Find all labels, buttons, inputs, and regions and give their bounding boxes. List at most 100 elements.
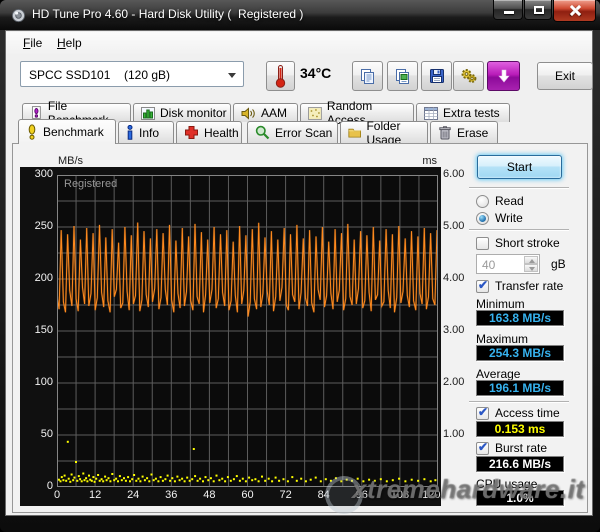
axis-tick-label: 48 bbox=[203, 489, 215, 501]
gears-icon bbox=[460, 68, 478, 84]
exit-button[interactable]: Exit bbox=[537, 62, 593, 90]
app-window: HD Tune Pro 4.60 - Hard Disk Utility ( R… bbox=[0, 0, 600, 532]
thermometer-icon bbox=[274, 64, 287, 88]
tab-benchmark[interactable]: Benchmark bbox=[18, 119, 116, 144]
axis-tick-label: 6.00 bbox=[443, 168, 464, 180]
transfer-rate-checkbox[interactable] bbox=[476, 280, 489, 293]
burst-rate-value: 216.6 MB/s bbox=[476, 456, 564, 472]
capture-button[interactable] bbox=[487, 61, 520, 91]
axis-tick-label: 1.00 bbox=[443, 428, 464, 440]
cpu-usage-value: 1.0% bbox=[476, 490, 564, 506]
temperature-button[interactable] bbox=[266, 61, 295, 91]
axis-tick-label: 0 bbox=[54, 489, 60, 501]
spinner-up-icon[interactable] bbox=[524, 256, 538, 264]
y-axis-right-unit: ms bbox=[400, 155, 437, 167]
axis-tick-label: 2.00 bbox=[443, 376, 464, 388]
tab-aam[interactable]: AAM bbox=[233, 103, 298, 122]
tab-erase[interactable]: Erase bbox=[430, 121, 498, 143]
copy-icon bbox=[359, 68, 376, 85]
axis-tick-label: 3.00 bbox=[443, 324, 464, 336]
menu-help[interactable]: Help bbox=[50, 32, 89, 54]
maximize-button[interactable] bbox=[524, 0, 552, 20]
start-label: Start bbox=[507, 160, 532, 174]
short-stroke-spinner[interactable]: 40 bbox=[476, 254, 540, 274]
save-button[interactable] bbox=[421, 61, 452, 91]
read-radio[interactable] bbox=[476, 195, 489, 208]
axis-tick-label: 108 bbox=[391, 489, 409, 501]
axis-tick-label: 250 bbox=[20, 220, 53, 232]
access-time-row[interactable]: Access time bbox=[476, 406, 560, 420]
file-benchmark-icon bbox=[30, 106, 43, 120]
magnifier-icon bbox=[255, 125, 270, 140]
short-stroke-unit: gB bbox=[551, 257, 566, 271]
close-button[interactable] bbox=[553, 0, 596, 22]
write-radio[interactable] bbox=[476, 212, 489, 225]
window-title: HD Tune Pro 4.60 - Hard Disk Utility ( R… bbox=[32, 0, 303, 29]
benchmark-plot bbox=[57, 175, 438, 487]
minimize-button[interactable] bbox=[493, 0, 523, 20]
axis-tick-label: 5.00 bbox=[443, 220, 464, 232]
burst-rate-row[interactable]: Burst rate bbox=[476, 441, 547, 455]
start-button[interactable]: Start bbox=[477, 155, 562, 179]
separator bbox=[469, 229, 569, 231]
short-stroke-row[interactable]: Short stroke bbox=[476, 236, 560, 250]
tab-label: Health bbox=[204, 126, 239, 140]
axis-tick-label: 84 bbox=[318, 489, 330, 501]
short-stroke-checkbox[interactable] bbox=[476, 237, 489, 250]
average-value: 196.1 MB/s bbox=[476, 380, 564, 396]
axis-tick-label: 200 bbox=[20, 272, 53, 284]
drive-select-dropdown[interactable]: SPCC SSD101 (120 gB) bbox=[20, 61, 244, 87]
tab-error-scan[interactable]: Error Scan bbox=[247, 121, 338, 143]
axis-tick-label: 300 bbox=[20, 168, 53, 180]
axis-tick-label: 100 bbox=[20, 376, 53, 388]
maximum-label: Maximum bbox=[476, 332, 528, 346]
transfer-rate-label: Transfer rate bbox=[495, 279, 563, 293]
axis-tick-label: 50 bbox=[20, 428, 53, 440]
tab-label: Disk monitor bbox=[160, 106, 227, 120]
read-label: Read bbox=[495, 194, 524, 208]
drive-model: SPCC SSD101 bbox=[29, 68, 110, 82]
transfer-rate-row[interactable]: Transfer rate bbox=[476, 279, 563, 293]
cpu-usage-label: CPU usage bbox=[476, 477, 537, 491]
tab-disk-monitor[interactable]: Disk monitor bbox=[133, 103, 231, 122]
tab-label: Extra tests bbox=[443, 106, 500, 120]
tab-health[interactable]: Health bbox=[176, 121, 242, 143]
drive-capacity: (120 gB) bbox=[124, 68, 170, 82]
tab-label: Error Scan bbox=[275, 126, 332, 140]
copy-button[interactable] bbox=[352, 61, 383, 91]
spinner-down-icon[interactable] bbox=[524, 264, 538, 272]
trash-icon bbox=[438, 125, 452, 140]
axis-tick-label: 24 bbox=[127, 489, 139, 501]
tab-folder-usage[interactable]: Folder Usage bbox=[340, 121, 428, 143]
axis-tick-label: 4.00 bbox=[443, 272, 464, 284]
maximum-value: 254.3 MB/s bbox=[476, 345, 564, 361]
short-stroke-value: 40 bbox=[482, 258, 495, 272]
average-label: Average bbox=[476, 367, 520, 381]
burst-rate-checkbox[interactable] bbox=[476, 442, 489, 455]
tab-label: Erase bbox=[457, 126, 488, 140]
title-bar[interactable]: HD Tune Pro 4.60 - Hard Disk Utility ( R… bbox=[0, 0, 600, 30]
access-time-label: Access time bbox=[495, 406, 560, 420]
read-radio-row[interactable]: Read bbox=[476, 194, 524, 208]
close-icon bbox=[569, 4, 582, 17]
axis-tick-label: 36 bbox=[165, 489, 177, 501]
copy-results-button[interactable] bbox=[387, 61, 418, 91]
tab-label: Benchmark bbox=[43, 125, 104, 139]
down-arrow-icon bbox=[496, 68, 512, 84]
access-time-value: 0.153 ms bbox=[476, 421, 564, 437]
menu-bar: File Help bbox=[6, 32, 592, 54]
write-radio-row[interactable]: Write bbox=[476, 211, 523, 225]
menu-file[interactable]: File bbox=[16, 32, 49, 54]
access-time-checkbox[interactable] bbox=[476, 407, 489, 420]
folder-icon bbox=[348, 126, 361, 139]
disk-monitor-icon bbox=[141, 107, 155, 120]
x-axis-ticks: 01224364860728496108120gB bbox=[57, 489, 438, 503]
options-button[interactable] bbox=[453, 61, 484, 91]
tab-info[interactable]: Info bbox=[118, 121, 174, 143]
registered-watermark: Registered bbox=[64, 178, 117, 190]
separator bbox=[469, 187, 569, 189]
axis-tick-label: 120gB bbox=[422, 489, 454, 501]
axis-tick-label: 72 bbox=[279, 489, 291, 501]
y-axis-left-unit: MB/s bbox=[58, 155, 83, 167]
tab-extra-tests[interactable]: Extra tests bbox=[416, 103, 510, 122]
